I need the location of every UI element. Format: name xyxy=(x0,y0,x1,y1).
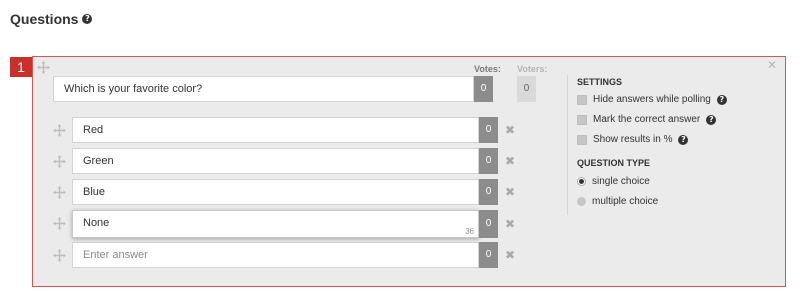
answer-input[interactable]: Green xyxy=(72,148,479,174)
votes-label: Votes: xyxy=(474,64,501,74)
remove-answer-icon[interactable]: ✖ xyxy=(505,249,515,261)
checkbox[interactable] xyxy=(577,114,587,125)
setting-label: Mark the correct answer xyxy=(593,114,701,125)
checkbox[interactable] xyxy=(577,94,587,105)
move-icon[interactable] xyxy=(53,186,66,199)
help-icon[interactable]: ? xyxy=(82,14,93,24)
type-label: single choice xyxy=(592,176,650,187)
type-single-choice[interactable]: single choice xyxy=(577,176,650,187)
move-icon[interactable] xyxy=(53,124,66,137)
new-answer-input[interactable]: Enter answer xyxy=(72,242,479,268)
answer-votes-count: 0 xyxy=(479,179,498,205)
answer-votes-count: 0 xyxy=(479,242,498,268)
answer-votes-count: 0 xyxy=(479,210,498,238)
question-number-badge: 1 xyxy=(10,57,32,77)
settings-title: SETTINGS xyxy=(577,77,623,87)
remove-answer-icon[interactable]: ✖ xyxy=(505,218,515,230)
question-votes-count: 0 xyxy=(474,76,493,102)
type-label: multiple choice xyxy=(592,196,659,207)
help-icon[interactable]: ? xyxy=(678,134,689,145)
move-icon[interactable] xyxy=(37,61,50,74)
radio-selected[interactable] xyxy=(577,177,586,186)
setting-show-percent[interactable]: Show results in % ? xyxy=(577,134,689,145)
answer-text: None xyxy=(83,217,110,229)
answer-input[interactable]: Blue xyxy=(72,179,479,205)
voters-label: Voters: xyxy=(517,64,548,74)
setting-hide-answers[interactable]: Hide answers while polling ? xyxy=(577,94,727,105)
move-icon[interactable] xyxy=(53,249,66,262)
setting-mark-correct[interactable]: Mark the correct answer ? xyxy=(577,114,717,125)
remove-answer-icon[interactable]: ✖ xyxy=(505,155,515,167)
setting-label: Show results in % xyxy=(593,134,673,145)
answer-votes-count: 0 xyxy=(479,117,498,143)
close-icon[interactable]: ✕ xyxy=(767,59,777,71)
answer-votes-count: 0 xyxy=(479,148,498,174)
questions-heading: Questions ? xyxy=(10,11,93,27)
radio-unselected[interactable] xyxy=(577,197,586,206)
type-multiple-choice[interactable]: multiple choice xyxy=(577,196,658,207)
remove-answer-icon[interactable]: ✖ xyxy=(505,124,515,136)
settings-panel: SETTINGS Hide answers while polling ? Ma… xyxy=(567,75,768,215)
setting-label: Hide answers while polling xyxy=(593,94,711,105)
answer-input[interactable]: Red xyxy=(72,117,479,143)
remove-answer-icon[interactable]: ✖ xyxy=(505,186,515,198)
char-counter: 36 xyxy=(465,227,474,236)
question-voters-count: 0 xyxy=(517,76,536,102)
move-icon[interactable] xyxy=(53,155,66,168)
help-icon[interactable]: ? xyxy=(706,114,717,125)
question-type-title: QUESTION TYPE xyxy=(577,158,651,168)
questions-title: Questions xyxy=(10,11,79,27)
help-icon[interactable]: ? xyxy=(716,94,727,105)
answer-input[interactable]: None 36 xyxy=(72,210,479,238)
checkbox[interactable] xyxy=(577,134,587,145)
question-input[interactable]: Which is your favorite color? xyxy=(53,76,474,102)
move-icon[interactable] xyxy=(53,217,66,230)
